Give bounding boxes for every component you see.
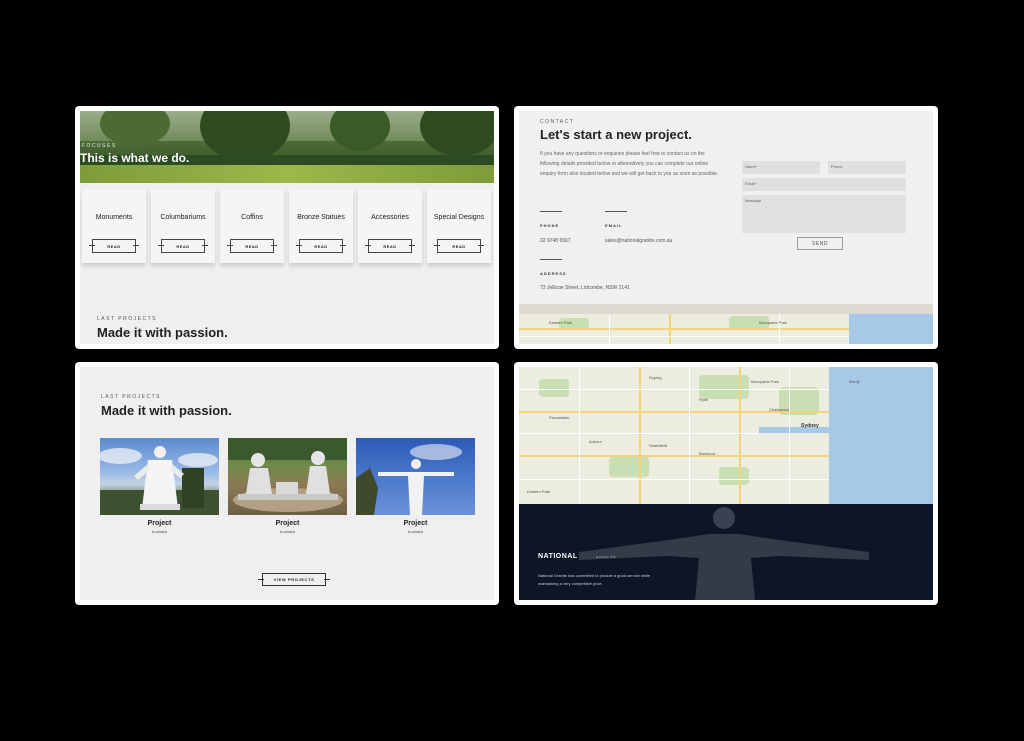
hero-banner: Focuses This is what we do.: [80, 111, 494, 183]
service-card-accessories[interactable]: Accessories READ: [358, 189, 422, 263]
phone-field[interactable]: Phone: [828, 161, 906, 174]
project-card[interactable]: Project Australia: [356, 438, 475, 534]
address-value: 73 Jellicoe Street, Lidcombe, NSW 2141: [540, 285, 630, 291]
services-title: This is what we do.: [80, 151, 190, 165]
footer: NATIONAL GRANITE National Granite has co…: [519, 504, 933, 600]
last-projects-title: Made it with passion.: [97, 325, 228, 340]
projects-screenshot: Last Projects Made it with passion. Proj…: [75, 362, 499, 605]
projects-eyebrow: Last Projects: [101, 394, 161, 400]
phone-value[interactable]: 02 9748 6567: [540, 238, 571, 244]
service-card-special-designs[interactable]: Special Designs READ: [427, 189, 491, 263]
map-label: Eastern Park: [549, 320, 573, 325]
view-projects-button[interactable]: VIEW PROJECTS: [258, 573, 330, 586]
read-button[interactable]: READ: [434, 239, 484, 253]
project-card[interactable]: Project Australia: [228, 438, 347, 534]
google-map[interactable]: Epping Ryde Macquarie Park Chatswood Par…: [519, 367, 933, 504]
section-divider: [519, 304, 933, 314]
map-preview[interactable]: Eastern Park Macquarie Park: [519, 314, 933, 344]
service-card-label: Monuments: [95, 214, 133, 221]
services-section: Focuses This is what we do. Monuments RE…: [80, 111, 494, 344]
map-label: Manly: [849, 379, 860, 384]
email-value[interactable]: sales@nationalgranite.com.au: [605, 238, 672, 244]
service-card-label: Columbariums: [160, 214, 206, 221]
service-card-label: Special Designs: [433, 214, 485, 221]
project-name: Project: [147, 520, 172, 527]
send-button[interactable]: SEND: [797, 237, 843, 250]
service-cards: Monuments READ Columbariums READ Coffins…: [82, 189, 492, 263]
map-label: Parramatta: [549, 415, 569, 420]
map-label: Chatswood: [769, 407, 790, 412]
service-card-label: Coffins: [241, 214, 263, 221]
map-label-city: Sydney: [801, 423, 819, 429]
project-image-statue[interactable]: [100, 438, 219, 515]
map-label: Epping: [649, 375, 662, 380]
brand-logo[interactable]: NATIONAL: [538, 553, 578, 560]
projects-title: Made it with passion.: [101, 403, 232, 418]
read-button[interactable]: READ: [227, 239, 277, 253]
address-label: ADDRESS: [540, 271, 567, 276]
service-card-monuments[interactable]: Monuments READ: [82, 189, 146, 263]
name-field[interactable]: Name*: [742, 161, 820, 174]
message-field[interactable]: Message: [742, 195, 906, 233]
map-label: Burwood: [699, 451, 715, 456]
contact-section: Contact Let's start a new project. If yo…: [519, 111, 933, 344]
map-label: Macquarie Park: [759, 320, 788, 325]
contact-intro: If you have any questions or enquiries p…: [540, 151, 719, 177]
project-image-children-statue[interactable]: [228, 438, 347, 515]
map-label: Eastern Park: [527, 489, 551, 494]
service-card-columbariums[interactable]: Columbariums READ: [151, 189, 215, 263]
project-card[interactable]: Project Australia: [100, 438, 219, 534]
read-button[interactable]: READ: [296, 239, 346, 253]
project-name: Project: [403, 520, 428, 527]
contact-eyebrow: Contact: [540, 119, 575, 125]
email-label: EMAIL: [605, 223, 623, 228]
read-button[interactable]: READ: [89, 239, 139, 253]
service-card-bronze-statues[interactable]: Bronze Statues READ: [289, 189, 353, 263]
map-label: Macquarie Park: [751, 379, 780, 384]
email-field[interactable]: Email*: [742, 178, 906, 191]
read-button[interactable]: READ: [158, 239, 208, 253]
project-location: Australia: [407, 529, 424, 534]
service-card-coffins[interactable]: Coffins READ: [220, 189, 284, 263]
project-name: Project: [275, 520, 300, 527]
read-button[interactable]: READ: [365, 239, 415, 253]
service-card-label: Accessories: [371, 214, 409, 221]
map-label: Auburn: [589, 439, 602, 444]
services-screenshot: Focuses This is what we do. Monuments RE…: [75, 106, 499, 349]
last-projects-eyebrow: Last Projects: [97, 316, 157, 322]
map-footer-screenshot: Epping Ryde Macquarie Park Chatswood Par…: [514, 362, 938, 605]
project-location: Australia: [151, 529, 168, 534]
footer-text: National Granite has committed to provid…: [538, 573, 651, 586]
projects-section: Last Projects Made it with passion. Proj…: [80, 367, 494, 600]
service-card-label: Bronze Statues: [297, 214, 345, 221]
brand-logo-subtitle: GRANITE: [596, 555, 617, 559]
project-location: Australia: [279, 529, 296, 534]
map-label: Strathfield: [649, 443, 668, 448]
contact-title: Let's start a new project.: [540, 127, 692, 142]
project-image-christ-statue[interactable]: [356, 438, 475, 515]
services-eyebrow: Focuses: [82, 143, 117, 149]
map-footer-section: Epping Ryde Macquarie Park Chatswood Par…: [519, 367, 933, 600]
phone-label: PHONE: [540, 223, 560, 228]
map-label: Ryde: [699, 397, 709, 402]
contact-screenshot: Contact Let's start a new project. If yo…: [514, 106, 938, 349]
